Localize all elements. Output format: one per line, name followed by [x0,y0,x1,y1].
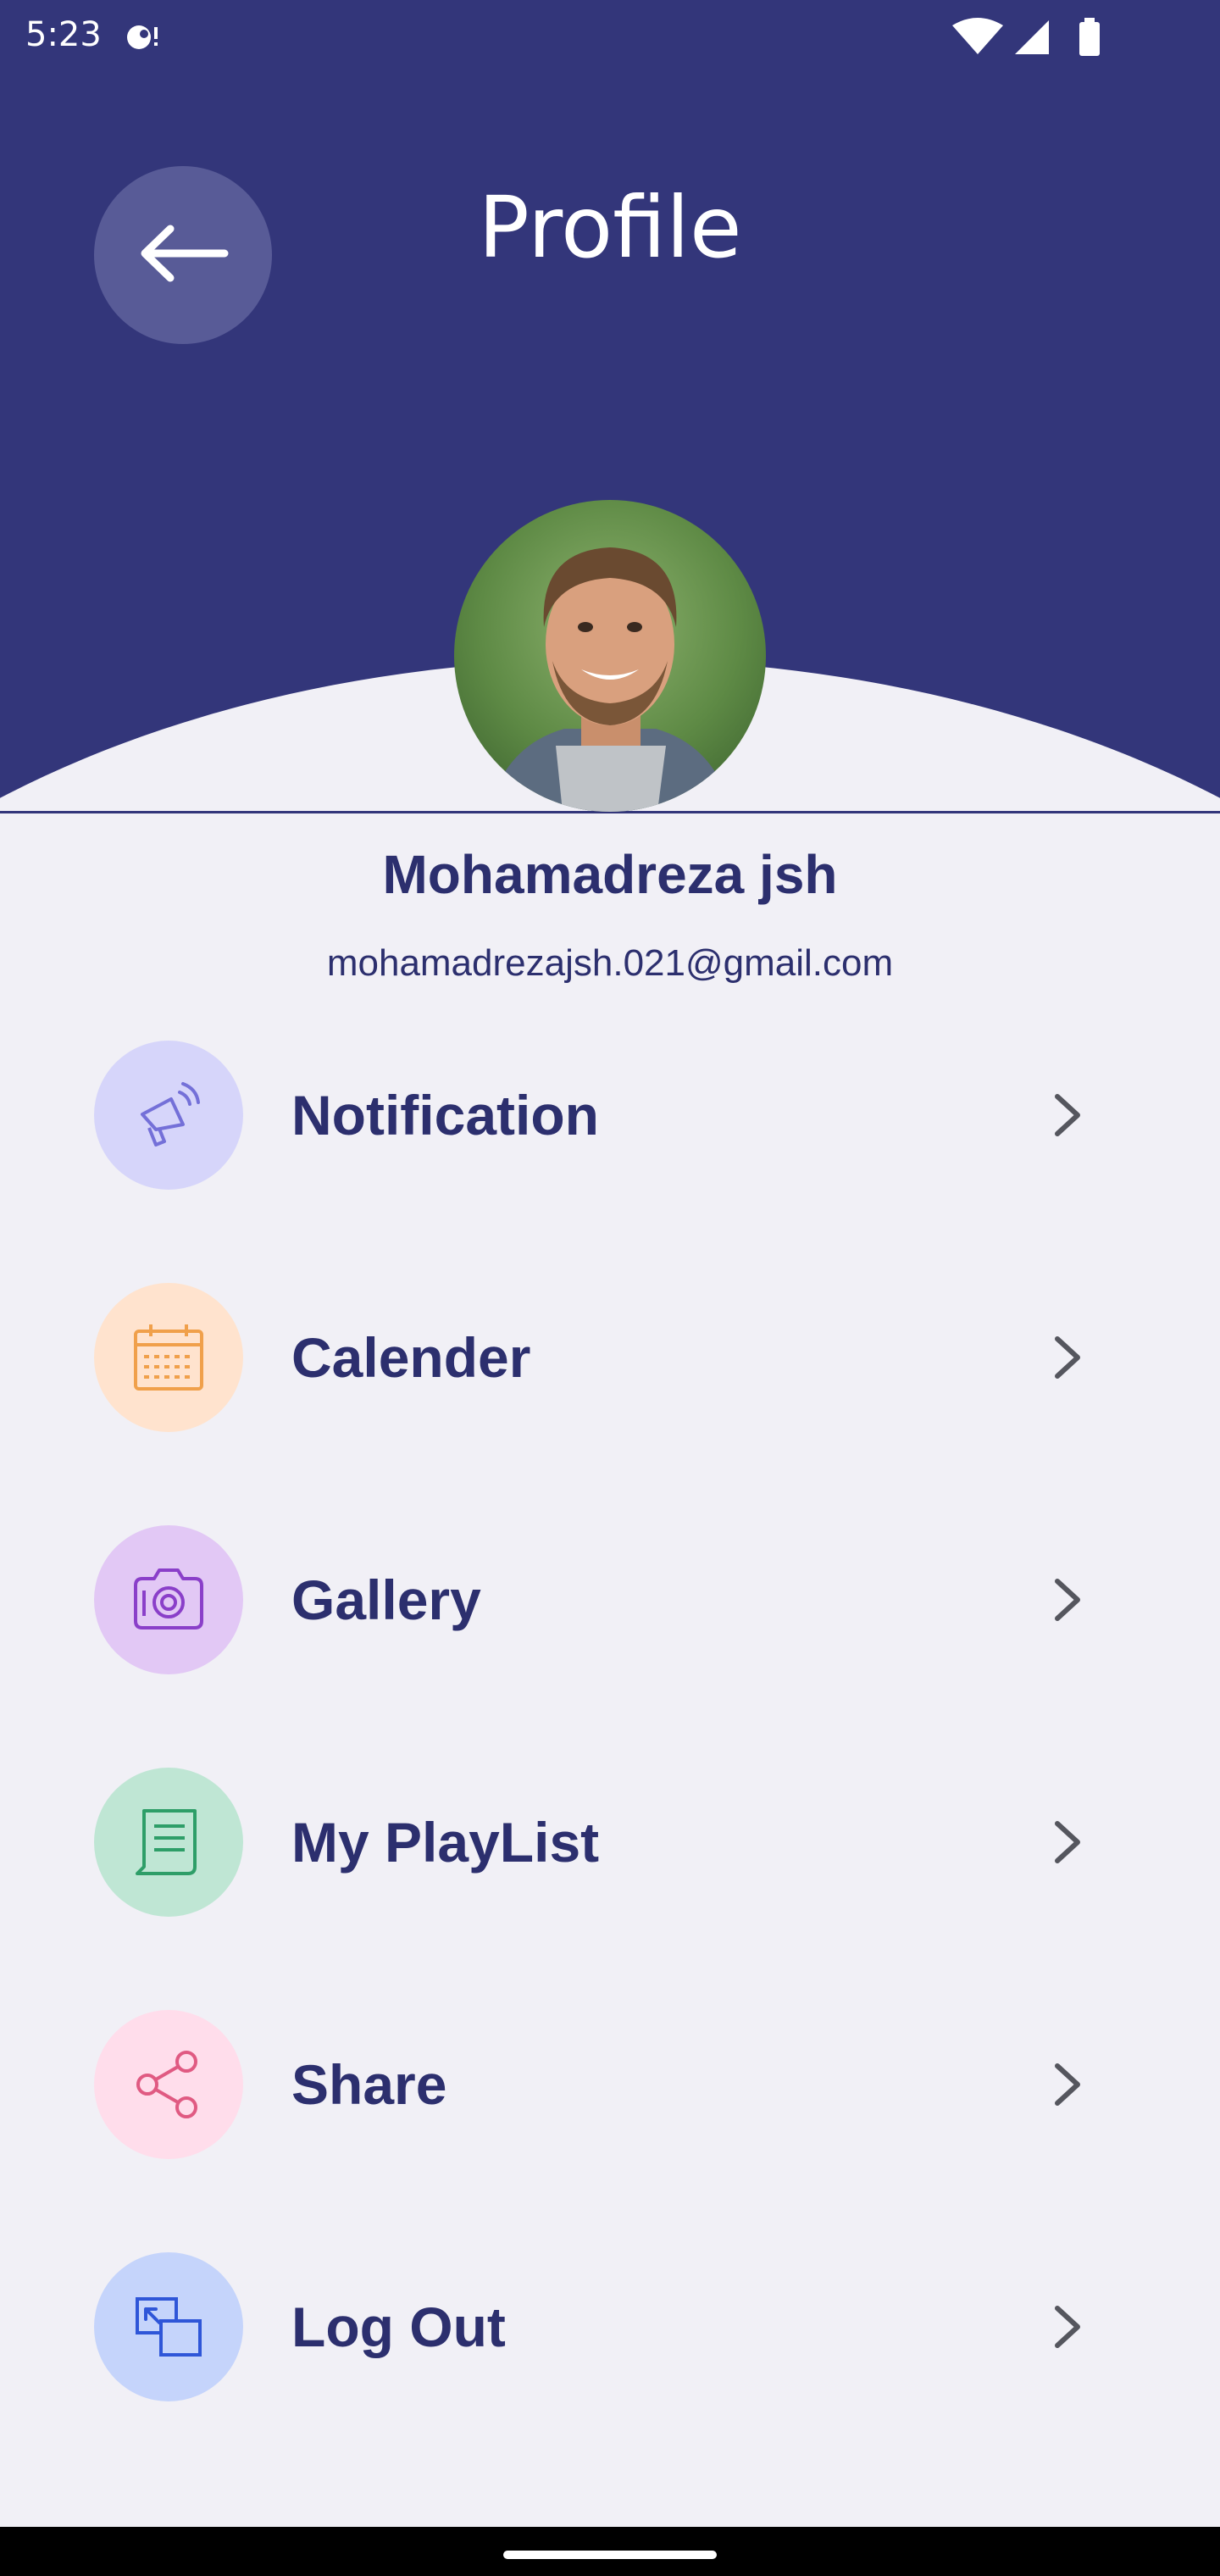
menu-item-share[interactable]: Share [0,2010,1220,2159]
menu-item-label: Log Out [291,2296,506,2358]
avatar[interactable] [454,500,766,812]
status-bar: 5:23 [0,0,1220,75]
calendar-icon [94,1283,243,1432]
megaphone-icon [94,1041,243,1190]
menu-item-label: Calender [291,1326,531,1389]
profile-name: Mohamadreza jsh [382,844,838,905]
share-icon [94,2010,243,2159]
menu-item-notification[interactable]: Notification [0,1041,1220,1190]
notification-status-icon [124,20,164,58]
playlist-icon [94,1768,243,1917]
menu-item-calender[interactable]: Calender [0,1283,1220,1432]
home-gesture-handle[interactable] [503,2551,717,2559]
system-status-icons [952,15,1139,64]
menu-item-label: Gallery [291,1568,481,1631]
menu-item-label: Share [291,2053,447,2116]
signal-icon [1015,20,1049,54]
chevron-right-icon [1039,1813,1096,1871]
chevron-right-icon [1039,2298,1096,2356]
profile-email: mohamadrezajsh.021@gmail.com [326,942,894,984]
chevron-right-icon [1039,2056,1096,2113]
logout-icon [94,2252,243,2401]
camera-icon [94,1525,243,1674]
menu-item-log-out[interactable]: Log Out [0,2252,1220,2401]
menu-item-my-playlist[interactable]: My PlayList [0,1768,1220,1917]
battery-icon [1079,18,1100,56]
menu-item-gallery[interactable]: Gallery [0,1525,1220,1674]
wifi-icon [952,18,1003,54]
menu-item-label: My PlayList [291,1811,600,1874]
chevron-right-icon [1039,1329,1096,1386]
chevron-right-icon [1039,1086,1096,1144]
status-time: 5:23 [25,15,102,54]
page-title: Profile [478,178,742,277]
chevron-right-icon [1039,1571,1096,1629]
menu-item-label: Notification [291,1084,599,1146]
